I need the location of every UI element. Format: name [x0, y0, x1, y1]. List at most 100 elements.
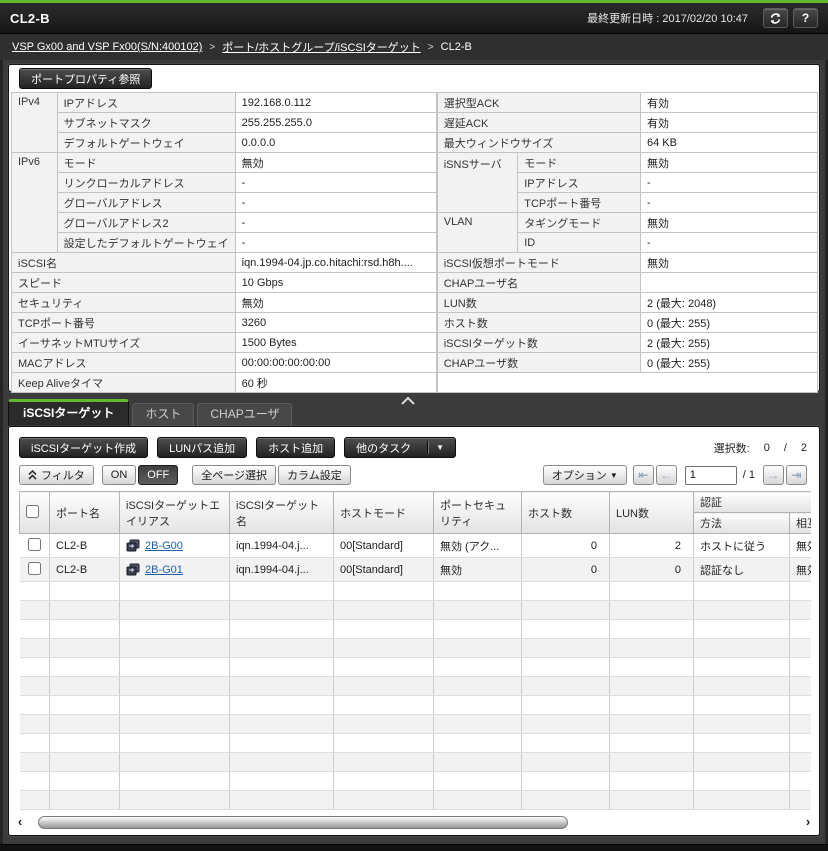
iscsi-target-table: ポート名 iSCSIターゲットエイリアス iSCSIターゲット名 ホストモード …	[19, 491, 811, 810]
prop-label: TCPポート番号	[12, 313, 236, 333]
filter-button[interactable]: フィルタ	[19, 465, 94, 485]
cell-lun-count: 0	[610, 558, 694, 582]
filter-off-button[interactable]: OFF	[138, 465, 178, 485]
cell-port-security: 無効 (アク...	[434, 534, 522, 558]
iscsi-target-icon	[126, 563, 141, 577]
scrollbar-track[interactable]	[28, 815, 800, 830]
add-lun-path-button[interactable]: LUNパス追加	[157, 437, 247, 458]
create-iscsi-target-button[interactable]: iSCSIターゲット作成	[19, 437, 148, 458]
prop-label: CHAPユーザ名	[437, 273, 640, 293]
selection-total-value: 2	[801, 442, 807, 454]
breadcrumb-link-ports[interactable]: ポート/ホストグループ/iSCSIターゲット	[222, 39, 421, 55]
scrollbar-thumb[interactable]	[38, 816, 568, 829]
prop-value	[641, 273, 818, 293]
help-icon: ?	[802, 11, 809, 25]
last-page-button[interactable]: ⇥	[786, 465, 807, 485]
help-button[interactable]: ?	[793, 8, 818, 28]
prop-label: セキュリティ	[12, 293, 236, 313]
col-header-alias: iSCSIターゲットエイリアス	[120, 492, 230, 534]
page-input[interactable]	[685, 466, 737, 485]
other-tasks-button[interactable]: 他のタスク ▼	[344, 437, 456, 458]
prop-value: 255.255.255.0	[235, 113, 436, 133]
empty-row	[20, 753, 812, 772]
prop-label: デフォルトゲートウェイ	[57, 133, 235, 153]
cell-host-mode: 00[Standard]	[334, 558, 434, 582]
add-host-button[interactable]: ホスト追加	[256, 437, 335, 458]
prop-label: グローバルアドレス2	[57, 213, 235, 233]
prop-value: 00:00:00:00:00:00	[235, 353, 436, 373]
empty-row	[20, 658, 812, 677]
refresh-button[interactable]	[763, 8, 788, 28]
column-settings-button[interactable]: カラム設定	[278, 465, 351, 485]
filter-bar: フィルタ ON OFF 全ページ選択 カラム設定 オプション ▼ ⇤ ← / 1…	[9, 458, 819, 485]
cell-auth-mutual: 無効	[790, 534, 812, 558]
target-alias-link[interactable]: 2B-G01	[145, 564, 183, 576]
scroll-left-button[interactable]: ‹	[12, 814, 28, 830]
empty-row	[20, 696, 812, 715]
iscsi-target-icon	[126, 539, 141, 553]
cell-target-name: iqn.1994-04.j...	[230, 534, 334, 558]
select-all-checkbox[interactable]	[26, 505, 39, 518]
prop-label: ホスト数	[437, 313, 640, 333]
empty-row	[20, 677, 812, 696]
row-checkbox[interactable]	[28, 562, 41, 575]
prop-label: TCPポート番号	[518, 193, 641, 213]
selection-count: 選択数: 0 / 2	[714, 440, 807, 456]
tab-iscsi-target[interactable]: iSCSIターゲット	[8, 399, 129, 426]
prop-value: 3260	[235, 313, 436, 333]
tab-chap-user[interactable]: CHAPユーザ	[197, 403, 292, 426]
row-checkbox[interactable]	[28, 538, 41, 551]
prop-label: iSCSIターゲット数	[437, 333, 640, 353]
prop-label: 選択型ACK	[437, 93, 640, 113]
col-header-target-name: iSCSIターゲット名	[230, 492, 334, 534]
col-header-lun-count: LUN数	[610, 492, 694, 534]
prop-label: モード	[518, 153, 641, 173]
prev-page-button[interactable]: ←	[656, 465, 677, 485]
col-header-auth-group: 認証	[694, 492, 812, 513]
iscsi-target-panel: iSCSIターゲット作成 LUNパス追加 ホスト追加 他のタスク ▼ 選択数: …	[8, 426, 820, 836]
options-button[interactable]: オプション ▼	[543, 465, 627, 485]
horizontal-scrollbar: ‹ ›	[12, 814, 816, 830]
prop-label: グローバルアドレス	[57, 193, 235, 213]
next-page-button[interactable]: →	[763, 465, 784, 485]
empty-row	[20, 620, 812, 639]
filter-on-button[interactable]: ON	[102, 465, 137, 485]
breadcrumb-separator: >	[428, 42, 434, 53]
select-all-header	[20, 492, 50, 534]
page-title: CL2-B	[10, 11, 50, 26]
scroll-right-button[interactable]: ›	[800, 814, 816, 830]
prop-value: -	[641, 193, 818, 213]
col-header-auth-mutual: 相互CHAP	[790, 513, 812, 534]
cell-host-count: 0	[522, 558, 610, 582]
breadcrumb-link-system[interactable]: VSP Gx00 and VSP Fx00(S/N:400102)	[12, 41, 202, 53]
select-all-pages-button[interactable]: 全ページ選択	[192, 465, 276, 485]
prop-label: Keep Aliveタイマ	[12, 373, 236, 393]
prop-value: -	[641, 233, 818, 253]
empty-row	[20, 772, 812, 791]
cell-host-mode: 00[Standard]	[334, 534, 434, 558]
prop-value: iqn.1994-04.jp.co.hitachi:rsd.h8h....	[235, 253, 436, 273]
first-page-button[interactable]: ⇤	[633, 465, 654, 485]
prop-label: 設定したデフォルトゲートウェイ	[57, 233, 235, 253]
prop-value: 0.0.0.0	[235, 133, 436, 153]
prop-value: 2 (最大: 255)	[641, 333, 818, 353]
prop-label: タギングモード	[518, 213, 641, 233]
target-table-viewport: ポート名 iSCSIターゲットエイリアス iSCSIターゲット名 ホストモード …	[19, 491, 811, 810]
cell-auth-mutual: 無効	[790, 558, 812, 582]
prop-value: 64 KB	[641, 133, 818, 153]
tab-host[interactable]: ホスト	[132, 403, 194, 426]
target-alias-link[interactable]: 2B-G00	[145, 540, 183, 552]
cell-lun-count: 2	[610, 534, 694, 558]
row-select-cell	[20, 534, 50, 558]
view-port-properties-button[interactable]: ポートプロパティ参照	[19, 68, 152, 89]
cell-target-name: iqn.1994-04.j...	[230, 558, 334, 582]
cell-auth-method: ホストに従う	[694, 534, 790, 558]
chevron-up-icon	[401, 397, 415, 405]
toolbar: iSCSIターゲット作成 LUNパス追加 ホスト追加 他のタスク ▼ 選択数: …	[9, 427, 819, 458]
prop-value: 無効	[641, 253, 818, 273]
prop-label: IPアドレス	[57, 93, 235, 113]
col-header-host-mode: ホストモード	[334, 492, 434, 534]
collapse-summary-control[interactable]	[401, 392, 417, 400]
row-select-cell	[20, 558, 50, 582]
prop-label: 遅延ACK	[437, 113, 640, 133]
